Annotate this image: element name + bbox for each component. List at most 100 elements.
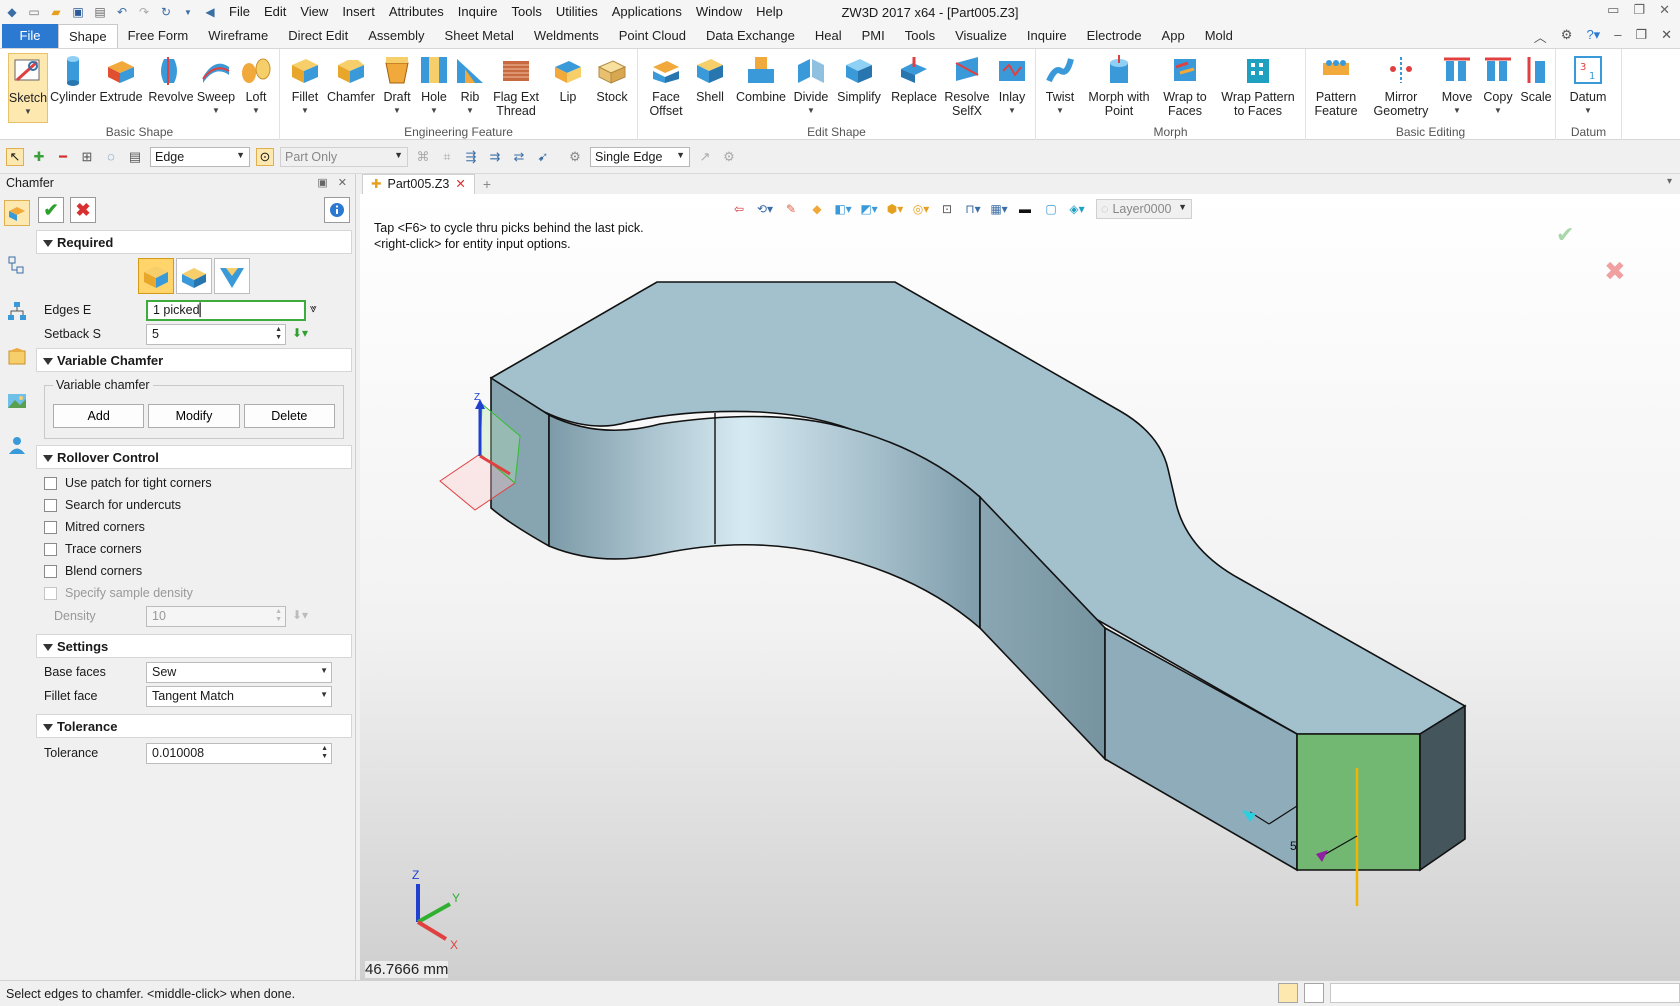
search-undercuts-checkbox[interactable]: Search for undercuts — [36, 494, 352, 516]
copy-button[interactable]: Copy ▼ — [1478, 53, 1518, 118]
symmetric-chamfer-button[interactable] — [138, 258, 174, 294]
scope-select[interactable]: Part Only ▼ — [280, 146, 408, 167]
simplify-button[interactable]: Simplify — [832, 53, 886, 104]
restore-icon[interactable]: ❐ — [1633, 2, 1645, 18]
pick-cursor-icon[interactable]: ↗ — [696, 148, 714, 166]
density-expression-icon[interactable]: ⬇▾ — [292, 608, 308, 622]
side-tab-user-icon[interactable] — [4, 432, 30, 458]
side-tab-image-icon[interactable] — [4, 388, 30, 414]
flag-ext-thread-button[interactable]: Flag Ext Thread — [488, 53, 544, 118]
pick-tool-6-icon[interactable]: ➹ — [534, 148, 552, 166]
doc-close-icon[interactable]: ✕ — [1661, 27, 1672, 46]
status-toggle-2-icon[interactable] — [1304, 983, 1324, 1003]
wrap-pattern-button[interactable]: Wrap Pattern to Faces — [1214, 53, 1302, 118]
repeat-icon[interactable]: ↻ — [158, 4, 174, 20]
pick-tool-2-icon[interactable]: ⌗ — [438, 148, 456, 166]
customize-dropdown-icon[interactable]: ▼ — [180, 4, 196, 20]
close-tab-icon[interactable]: ✕ — [455, 175, 465, 194]
menu-edit[interactable]: Edit — [257, 0, 293, 24]
undo-icon[interactable]: ↶ — [114, 4, 130, 20]
pick-options-icon[interactable]: ⊞ — [78, 148, 96, 166]
filter-icon[interactable]: ▤ — [126, 148, 144, 166]
hole-button[interactable]: Hole ▼ — [416, 53, 452, 118]
lasso-icon[interactable]: ◌ — [102, 148, 120, 166]
menu-inquire[interactable]: Inquire — [451, 0, 505, 24]
rib-button[interactable]: Rib ▼ — [452, 53, 488, 118]
inlay-button[interactable]: Inlay ▼ — [992, 53, 1032, 118]
loft-button[interactable]: Loft ▼ — [236, 53, 276, 118]
pattern-feature-button[interactable]: Pattern Feature — [1308, 53, 1364, 118]
menu-applications[interactable]: Applications — [605, 0, 689, 24]
sample-density-checkbox[interactable]: Specify sample density — [36, 582, 352, 604]
viewport-accept-icon[interactable]: ✔ — [1556, 223, 1574, 248]
replace-button[interactable]: Replace — [888, 53, 940, 104]
doc-minimize-icon[interactable]: – — [1614, 27, 1621, 46]
collapse-ribbon-icon[interactable]: ︿ — [1534, 27, 1547, 46]
blend-corners-checkbox[interactable]: Blend corners — [36, 560, 352, 582]
tab-file[interactable]: File — [2, 24, 58, 48]
menu-tools[interactable]: Tools — [505, 0, 549, 24]
doc-restore-icon[interactable]: ❐ — [1635, 27, 1647, 46]
density-input[interactable]: 10 ▲ ▼ — [146, 605, 286, 627]
menu-window[interactable]: Window — [689, 0, 749, 24]
status-toggle-1-icon[interactable] — [1278, 983, 1298, 1003]
twist-button[interactable]: Twist ▼ — [1040, 53, 1080, 118]
setback-spinner-icon[interactable]: ▲ ▼ — [275, 326, 282, 342]
section-tolerance[interactable]: Tolerance — [36, 714, 352, 738]
revolve-button[interactable]: Revolve — [148, 53, 194, 104]
tab-electrode[interactable]: Electrode — [1077, 24, 1152, 48]
graphics-viewport[interactable]: ⇦ ⟲▾ ✎ ◆ ◧▾ ◩▾ ⬢▾ ◎▾ ⊡ ⊓▾ ▦▾ ▬ ▢ ◈▾ ◌ Lay… — [360, 194, 1680, 980]
modify-button[interactable]: Modify — [148, 404, 240, 428]
tab-inquire[interactable]: Inquire — [1017, 24, 1077, 48]
tab-pmi[interactable]: PMI — [852, 24, 895, 48]
mirror-geometry-button[interactable]: Mirror Geometry — [1368, 53, 1434, 118]
divide-button[interactable]: Divide ▼ — [790, 53, 832, 118]
cylinder-button[interactable]: Cylinder — [50, 53, 96, 104]
tab-heal[interactable]: Heal — [805, 24, 852, 48]
help-icon[interactable]: ?▾ — [1586, 27, 1600, 46]
ok-button[interactable]: ✔ — [38, 197, 64, 223]
move-button[interactable]: Move ▼ — [1436, 53, 1478, 118]
fillet-face-select[interactable]: Tangent Match ▼ — [146, 685, 332, 707]
tab-tools[interactable]: Tools — [895, 24, 945, 48]
trace-corners-checkbox[interactable]: Trace corners — [36, 538, 352, 560]
side-tab-feature-icon[interactable] — [4, 200, 30, 226]
section-variable-chamfer[interactable]: Variable Chamfer — [36, 348, 352, 372]
menu-insert[interactable]: Insert — [335, 0, 382, 24]
setback-input[interactable]: 5 ▲ ▼ — [146, 323, 286, 345]
tab-list-icon[interactable]: ▾ — [1667, 176, 1672, 187]
info-button[interactable] — [324, 197, 350, 223]
cancel-button[interactable]: ✖ — [70, 197, 96, 223]
resolve-selfx-button[interactable]: Resolve SelfX — [942, 53, 992, 118]
tab-mold[interactable]: Mold — [1195, 24, 1243, 48]
edges-input[interactable]: 1 picked▏ — [146, 299, 306, 321]
datum-button[interactable]: 31 Datum ▼ — [1566, 53, 1610, 118]
stock-button[interactable]: Stock — [590, 53, 634, 104]
pick-settings-icon[interactable]: ⚙ — [720, 148, 738, 166]
redo-icon[interactable]: ↷ — [136, 4, 152, 20]
chamfer-button[interactable]: Chamfer — [326, 53, 376, 104]
menu-view[interactable]: View — [293, 0, 335, 24]
panel-pin-icon[interactable]: ▣ — [317, 174, 327, 192]
combine-button[interactable]: Combine — [734, 53, 788, 104]
sketch-button[interactable]: Sketch ▼ — [8, 53, 48, 123]
pick-tool-3-icon[interactable]: ⇶ — [462, 148, 480, 166]
variable-expression-icon[interactable]: ⬇▾ — [292, 326, 308, 340]
asymmetric-chamfer-button[interactable] — [176, 258, 212, 294]
use-patch-checkbox[interactable]: Use patch for tight corners — [36, 472, 352, 494]
pick-mode-select[interactable]: Single Edge ▼ — [590, 146, 690, 167]
base-faces-select[interactable]: Sew ▼ — [146, 661, 332, 683]
side-tab-history-icon[interactable] — [4, 252, 30, 278]
pick-tool-1-icon[interactable]: ⌘ — [414, 148, 432, 166]
select-arrow-icon[interactable]: ↖ — [6, 147, 24, 166]
new-tab-icon[interactable]: + — [483, 174, 491, 194]
pick-tool-5-icon[interactable]: ⇄ — [510, 148, 528, 166]
tab-app[interactable]: App — [1152, 24, 1195, 48]
tab-sheet-metal[interactable]: Sheet Metal — [435, 24, 524, 48]
side-tab-assembly-icon[interactable] — [4, 298, 30, 324]
delete-button[interactable]: Delete — [243, 404, 335, 428]
add-pick-icon[interactable]: ✚ — [30, 148, 48, 166]
tab-assembly[interactable]: Assembly — [358, 24, 434, 48]
menu-utilities[interactable]: Utilities — [549, 0, 605, 24]
print-icon[interactable]: ▤ — [92, 4, 108, 20]
